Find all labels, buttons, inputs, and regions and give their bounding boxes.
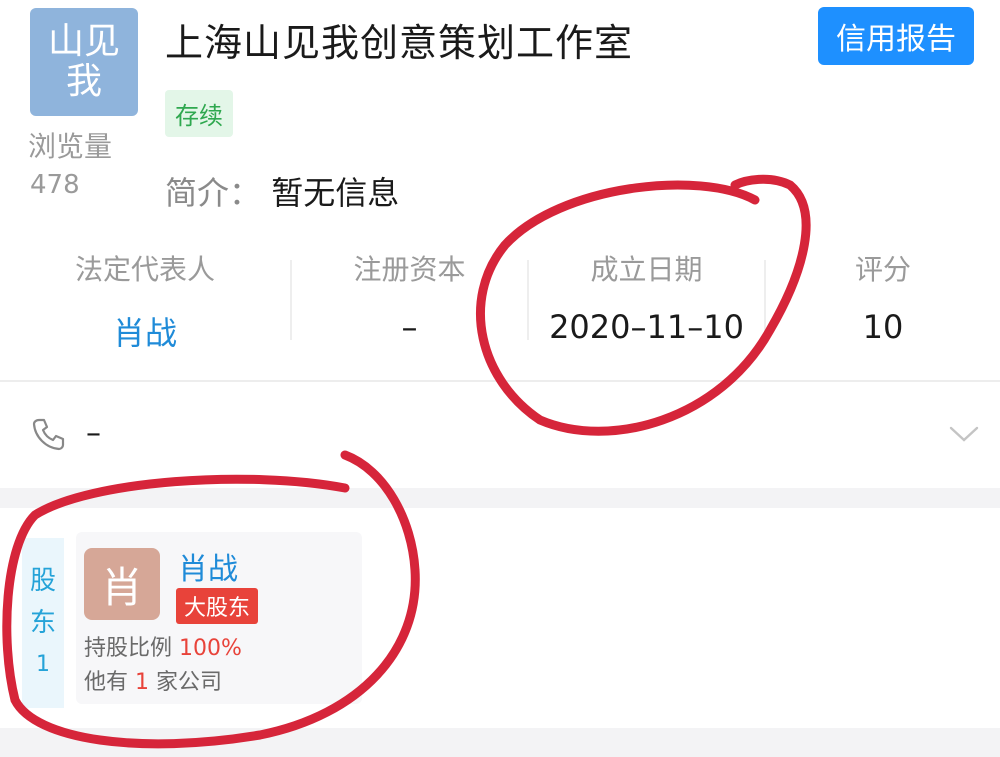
status-badge: 存续 [165,90,233,137]
bottom-gap [0,728,1000,757]
shareholder-tab[interactable]: 股 东 1 [22,538,64,708]
views-label: 浏览量 [28,130,113,163]
company-logo-text: 山见我 [47,21,120,102]
company-name: 上海山见我创意策划工作室 [165,21,634,65]
stats-row: 法定代表人 肖战 注册资本 – 成立日期 2020–11–10 评分 10 [0,240,1000,360]
intro-label: 简介： [165,174,262,212]
legal-representative-link[interactable]: 肖战 [0,308,290,354]
phone-icon [32,418,65,451]
ratio-value: 100% [179,636,242,661]
stat-label: 成立日期 [590,253,703,286]
stat-legal-representative[interactable]: 法定代表人 肖战 [0,240,290,360]
holder-name-link[interactable]: 肖战 [178,544,238,588]
stat-label: 注册资本 [353,253,466,286]
ratio-label: 持股比例 [84,636,173,661]
stat-founding-date: 成立日期 2020–11–10 [529,240,764,360]
stat-label: 评分 [854,253,911,286]
stat-label: 法定代表人 [74,253,215,286]
shareholder-card[interactable]: 肖 肖战 大股东 持股比例 100% 他有 1 家公司 [76,532,362,704]
phone-row[interactable]: – [0,400,1000,470]
tab-char: 东 [29,608,56,638]
credit-report-button[interactable]: 信用报告 [818,7,974,65]
chevron-down-icon[interactable] [948,424,980,444]
stat-value: – [401,308,418,346]
avatar: 肖 [84,548,160,620]
holder-ratio: 持股比例 100% [84,630,242,662]
shareholder-count: 1 [36,652,50,677]
intro-value: 暂无信息 [271,174,400,212]
tab-char: 股 [29,566,56,596]
stat-value: 10 [862,308,904,346]
section-divider [0,380,1000,382]
companies-suffix: 家公司 [156,670,223,695]
companies-count: 1 [135,670,150,695]
major-shareholder-badge: 大股东 [176,588,259,624]
stat-registered-capital: 注册资本 – [292,240,527,360]
views-count: 478 [30,170,80,200]
companies-prefix: 他有 [84,670,129,695]
company-intro: 简介： 暂无信息 [165,168,399,214]
stat-value: 2020–11–10 [549,308,744,346]
shareholder-section: 股 东 1 肖 肖战 大股东 持股比例 100% 他有 1 家公司 [0,508,1000,728]
holder-companies: 他有 1 家公司 [84,664,222,696]
stat-score: 评分 10 [766,240,1000,360]
company-logo: 山见我 [30,8,138,116]
phone-value: – [86,416,101,451]
section-gap [0,488,1000,508]
